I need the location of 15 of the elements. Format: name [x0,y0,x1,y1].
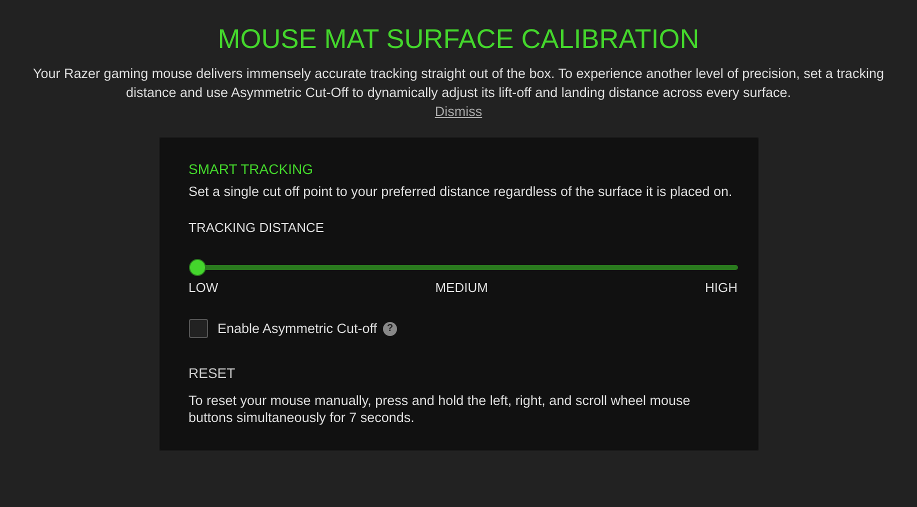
help-icon[interactable]: ? [383,322,398,336]
intro-text: Your Razer gaming mouse delivers immensely accurate tracking straight out of the box. To experience another level of precision, set a tracking distance and use Asymmetric Cut-Off to dynamically adjust its lift-off and landing distance across every surface. [32,65,885,102]
slider-tick-label: HIGH [705,280,738,295]
checkbox[interactable] [188,319,208,338]
checkbox-label: Enable Asymmetric Cut-off [218,321,378,336]
slider-tick-label: LOW [188,280,218,295]
page-title: MOUSE MAT SURFACE CALIBRATION [218,23,700,56]
section-description: To reset your mouse manually, press and hold the left, right, and scroll wheel mouse buttons simultaneously for 7 seconds. [188,392,692,426]
section-title: RESET [188,364,236,382]
slider-thumb[interactable] [188,259,206,276]
section-description: Set a single cut off point to your preferred distance regardless of the surface it is placed on. [188,183,734,200]
dismiss-link[interactable]: Dismiss [434,104,482,119]
section-title: SMART TRACKING [188,160,314,178]
slider-tick-label: MEDIUM [435,280,488,295]
slider-label: TRACKING DISTANCE [188,220,326,235]
